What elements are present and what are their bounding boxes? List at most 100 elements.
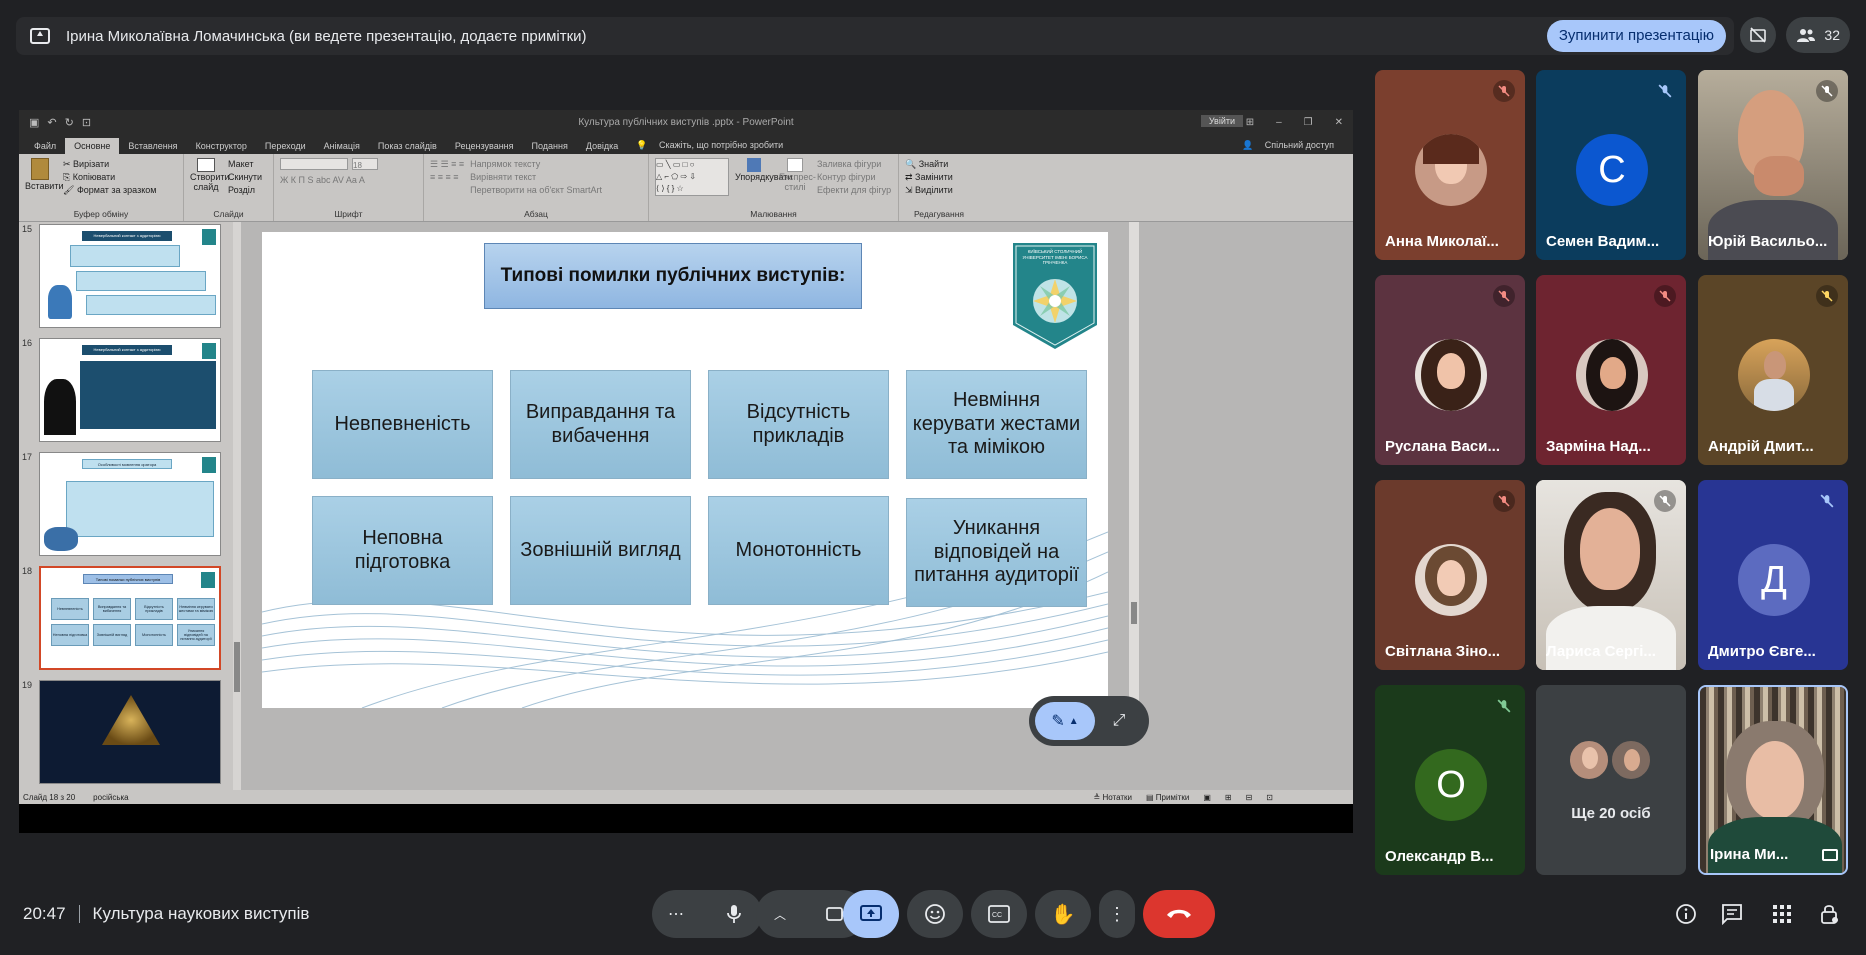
video-shirt bbox=[1708, 200, 1838, 260]
mic-button[interactable] bbox=[714, 894, 754, 934]
slide-thumbnail[interactable] bbox=[39, 680, 221, 784]
notes-label: Нотатки bbox=[1102, 792, 1132, 802]
reading-view-icon[interactable]: ⊟ bbox=[1246, 793, 1253, 802]
shapes-gallery[interactable]: ▭ ╲ ▭ □ ○ △ ⌐ ⬠ ⇨ ⇩ ⟨ ⟩ { } ☆ bbox=[655, 158, 729, 196]
meeting-details-icon[interactable] bbox=[1672, 900, 1700, 928]
align-text-button[interactable]: Вирівняти текст bbox=[470, 171, 602, 184]
thumb-cell: Відсутність прикладів bbox=[135, 598, 173, 620]
ribbon-group-label: Малювання bbox=[750, 209, 797, 219]
host-controls-icon[interactable] bbox=[1815, 900, 1843, 928]
stop-presenting-button[interactable]: Зупинити презентацію bbox=[1546, 20, 1726, 52]
slide-vertical-scrollbar[interactable] bbox=[1129, 222, 1139, 708]
activities-icon[interactable] bbox=[1768, 900, 1796, 928]
format-painter-button[interactable]: 🖌 Формат за зразком bbox=[63, 184, 156, 197]
slideshow-view-icon[interactable]: ⊡ bbox=[1266, 793, 1273, 802]
maximize-icon[interactable]: ❐ bbox=[1304, 117, 1313, 128]
cut-button[interactable]: ✂ Вирізати bbox=[63, 158, 156, 171]
quick-styles-button[interactable]: Експрес-стилі bbox=[779, 158, 816, 197]
shape-effects-button[interactable]: Ефекти для фігур bbox=[817, 184, 891, 197]
normal-view-icon[interactable]: ▣ bbox=[1203, 793, 1211, 802]
thumb-image bbox=[102, 695, 160, 745]
scrollbar-thumb[interactable] bbox=[1131, 602, 1137, 624]
paragraph-buttons[interactable]: ☰ ☰ ≡ ≡ ≡ ≡ ≡ ≡ bbox=[430, 158, 464, 197]
paste-button[interactable]: Вставити bbox=[25, 158, 64, 197]
replace-button[interactable]: ⇄ Замінити bbox=[905, 171, 973, 184]
notes-button[interactable]: ≜ Нотатки bbox=[1094, 793, 1132, 802]
participant-tile[interactable]: Андрій Дмит... bbox=[1698, 275, 1848, 465]
fullscreen-button[interactable]: ⤢ bbox=[1101, 703, 1137, 739]
text-direction-button[interactable]: Напрямок тексту bbox=[470, 158, 602, 171]
leave-call-button[interactable] bbox=[1143, 890, 1215, 938]
thumb-cell: Невпевненість bbox=[51, 598, 89, 620]
arrange-button[interactable]: Упорядкувати bbox=[735, 158, 792, 197]
more-audio-options-icon[interactable]: ⋯ bbox=[660, 904, 692, 924]
find-button[interactable]: 🔍 Знайти bbox=[905, 158, 973, 171]
new-slide-button[interactable]: Створити слайд bbox=[190, 158, 230, 197]
present-button[interactable] bbox=[843, 890, 899, 938]
tab-design[interactable]: Конструктор bbox=[187, 138, 256, 154]
tab-transitions[interactable]: Переходи bbox=[256, 138, 315, 154]
tab-review[interactable]: Рецензування bbox=[446, 138, 523, 154]
more-participants-tile[interactable]: Ще 20 осіб bbox=[1536, 685, 1686, 875]
reactions-button[interactable] bbox=[907, 890, 963, 938]
avatar bbox=[1415, 134, 1487, 206]
find-label: Знайти bbox=[918, 159, 949, 169]
more-options-button[interactable]: ⋮ bbox=[1099, 890, 1135, 938]
tell-me-box[interactable]: 💡 Скажіть, що потрібно зробити bbox=[627, 137, 801, 154]
ribbon-display-icon[interactable]: ⊞ bbox=[1246, 117, 1254, 128]
participants-button[interactable]: 32 bbox=[1786, 17, 1850, 53]
annotate-pen-button[interactable]: ✎ ▲ bbox=[1035, 702, 1095, 740]
scrollbar-thumb[interactable] bbox=[234, 642, 240, 692]
participant-tile[interactable]: Світлана Зіно... bbox=[1375, 480, 1525, 670]
minimize-icon[interactable]: – bbox=[1276, 117, 1282, 128]
participant-tile[interactable]: О Олександр В... bbox=[1375, 685, 1525, 875]
signin-button[interactable]: Увійти bbox=[1200, 115, 1243, 127]
layout-button[interactable]: Макет bbox=[228, 158, 262, 171]
close-icon[interactable]: ✕ bbox=[1335, 117, 1343, 128]
tab-file[interactable]: Файл bbox=[25, 138, 65, 154]
raise-hand-button[interactable]: ✋ bbox=[1035, 890, 1091, 938]
participant-tile[interactable]: Зарміна Над... bbox=[1536, 275, 1686, 465]
participant-tile-video[interactable]: Юрій Васильо... bbox=[1698, 70, 1848, 260]
chat-icon[interactable] bbox=[1718, 900, 1746, 928]
tab-animations[interactable]: Анімація bbox=[315, 138, 369, 154]
tab-help[interactable]: Довідка bbox=[577, 138, 627, 154]
participant-tile[interactable]: Анна Миколаї... bbox=[1375, 70, 1525, 260]
font-size-box[interactable]: 18 bbox=[352, 158, 378, 170]
select-button[interactable]: ⇲ Виділити bbox=[905, 184, 973, 197]
font-format-buttons[interactable]: Ж К П S abc AV Aa A bbox=[280, 174, 417, 187]
tab-home[interactable]: Основне bbox=[65, 138, 120, 154]
captions-off-icon[interactable] bbox=[1740, 17, 1777, 53]
slide-thumbnail[interactable]: Невербальний контакт з аудиторією bbox=[39, 338, 221, 442]
font-name-box[interactable] bbox=[280, 158, 348, 170]
comments-button[interactable]: ▤ Примітки bbox=[1146, 793, 1189, 802]
ribbon-group-label: Абзац bbox=[524, 209, 548, 219]
captions-button[interactable]: CC bbox=[971, 890, 1027, 938]
mic-off-icon bbox=[1816, 490, 1838, 512]
slide-title: Типові помилки публічних виступів: bbox=[484, 243, 862, 309]
section-label: Розділ bbox=[228, 185, 255, 195]
share-button[interactable]: 👤 Спільний доступ bbox=[1233, 137, 1353, 154]
self-view-pin-icon[interactable] bbox=[1822, 849, 1838, 861]
section-button[interactable]: Розділ bbox=[228, 184, 262, 197]
thumbnails-scrollbar[interactable] bbox=[233, 222, 241, 804]
chevron-up-icon[interactable]: ︿ bbox=[764, 906, 796, 923]
ribbon-group-font: 18 Ж К П S abc AV Aa A Шрифт bbox=[274, 154, 424, 221]
shape-outline-button[interactable]: Контур фігури bbox=[817, 171, 891, 184]
self-view-tile[interactable]: Ірина Ми... bbox=[1698, 685, 1848, 875]
slide-thumbnail[interactable]: Особливості мовлення оратора bbox=[39, 452, 221, 556]
smartart-button[interactable]: Перетворити на об'єкт SmartArt bbox=[470, 184, 602, 197]
slide-thumbnail-selected[interactable]: Типові помилки публічних виступів Невпев… bbox=[39, 566, 221, 670]
tab-view[interactable]: Подання bbox=[523, 138, 577, 154]
participant-tile[interactable]: Руслана Васи... bbox=[1375, 275, 1525, 465]
shape-fill-button[interactable]: Заливка фігури bbox=[817, 158, 891, 171]
participant-tile-video[interactable]: Лариса Сергі... bbox=[1536, 480, 1686, 670]
copy-button[interactable]: ⎘ Копіювати bbox=[63, 171, 156, 184]
sorter-view-icon[interactable]: ⊞ bbox=[1225, 793, 1232, 802]
tab-slideshow[interactable]: Показ слайдів bbox=[369, 138, 446, 154]
participant-tile[interactable]: С Семен Вадим... bbox=[1536, 70, 1686, 260]
reset-button[interactable]: Скинути bbox=[228, 171, 262, 184]
tab-insert[interactable]: Вставлення bbox=[119, 138, 186, 154]
slide-thumbnail[interactable]: Невербальний контакт з аудиторією bbox=[39, 224, 221, 328]
participant-tile[interactable]: Д Дмитро Євге... bbox=[1698, 480, 1848, 670]
